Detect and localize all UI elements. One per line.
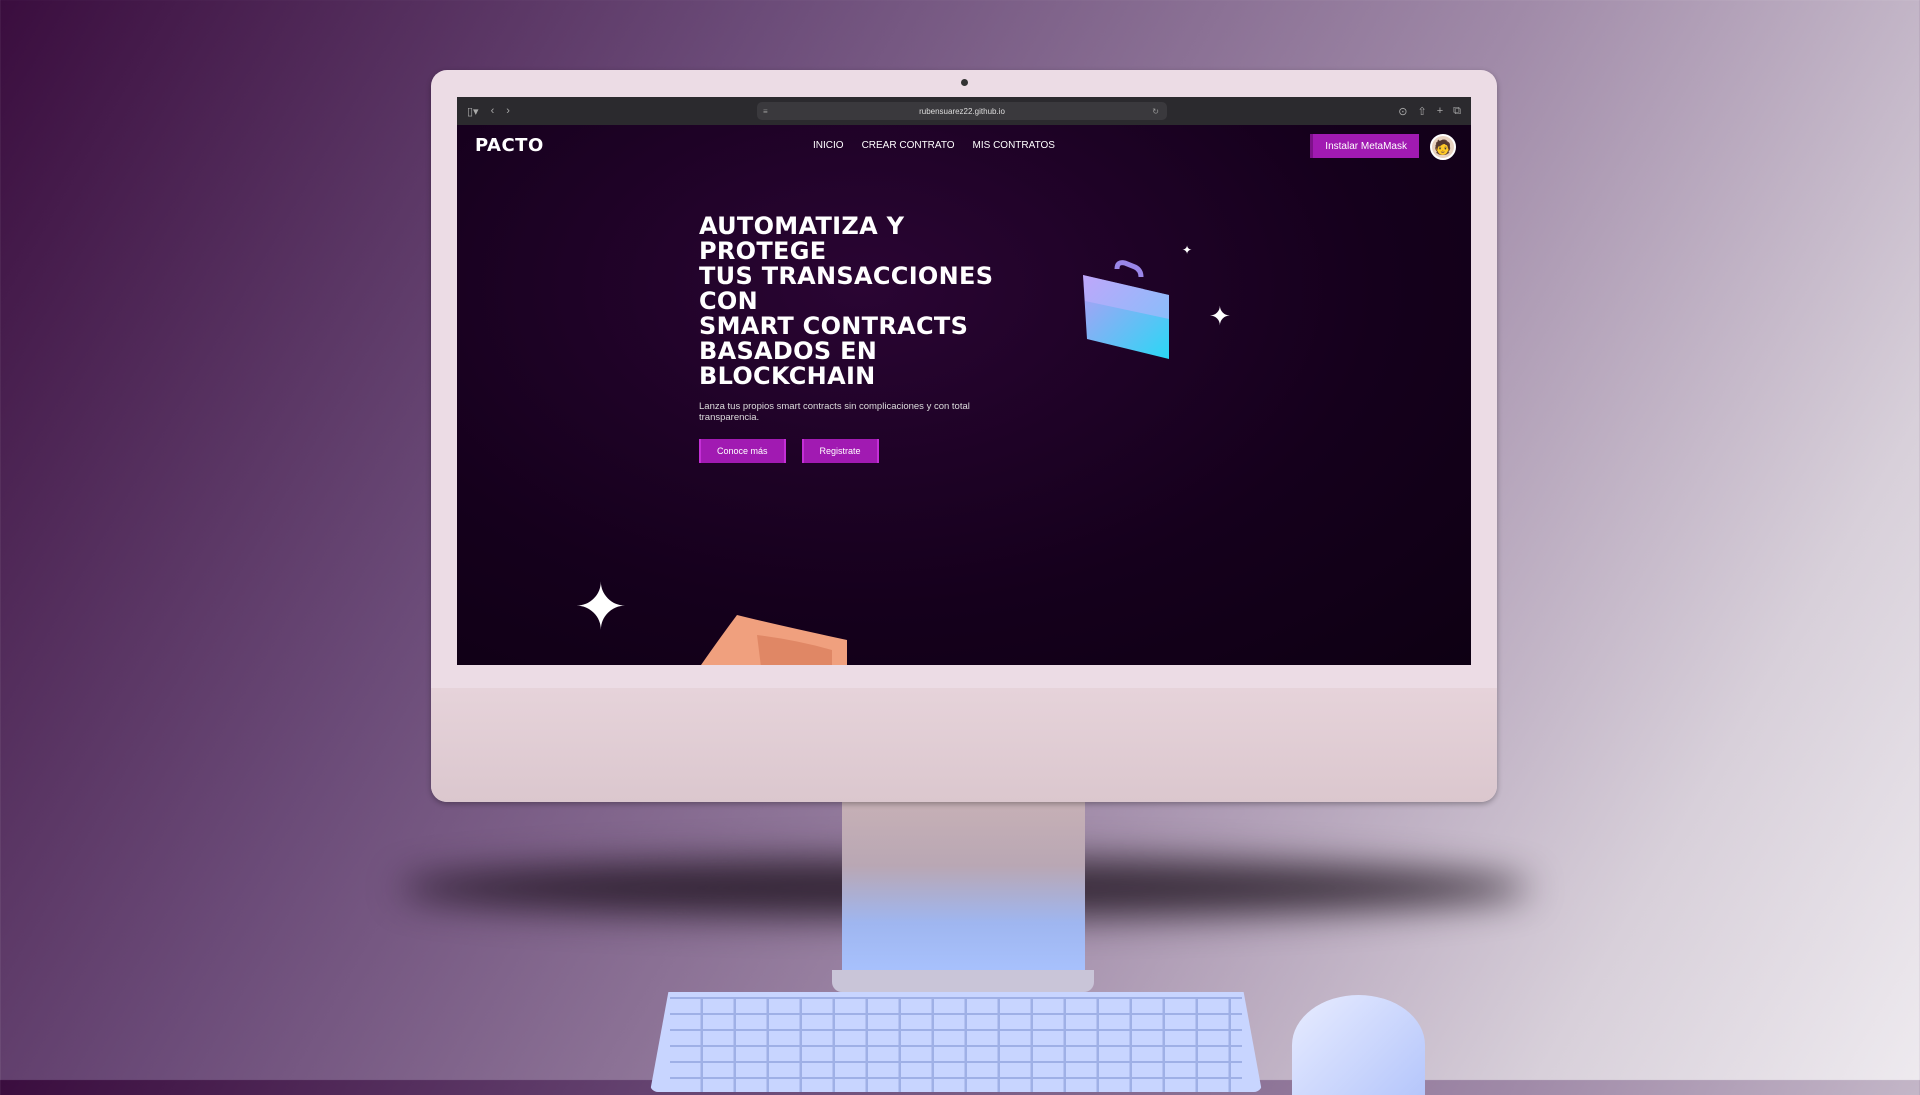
hero-section: AUTOMATIZA Y PROTEGE TUS TRANSACCIONES C… xyxy=(699,214,1019,463)
address-bar[interactable]: ≡ rubensuarez22.github.io ↻ xyxy=(757,102,1167,120)
reload-icon[interactable]: ↻ xyxy=(1152,107,1159,116)
website: PACTO INICIO CREAR CONTRATO MIS CONTRATO… xyxy=(457,125,1471,665)
sidebar-icon[interactable]: ▯▾ xyxy=(467,105,479,118)
hero-title: AUTOMATIZA Y PROTEGE TUS TRANSACCIONES C… xyxy=(699,212,994,390)
new-tab-icon[interactable]: + xyxy=(1437,105,1443,118)
sparkle-icon: ✦ xyxy=(1209,301,1231,331)
monitor-stand-base xyxy=(832,970,1094,992)
nav-crear-contrato[interactable]: CREAR CONTRATO xyxy=(862,140,955,151)
screen: ▯▾ ‹ › ≡ rubensuarez22.github.io ↻ ⊙ ⇧ +… xyxy=(457,97,1471,665)
nav-mis-contratos[interactable]: MIS CONTRATOS xyxy=(973,140,1055,151)
sparkle-icon: ✦ xyxy=(1182,243,1193,257)
camera xyxy=(961,79,968,86)
magic-mouse xyxy=(1292,995,1425,1095)
registrate-button[interactable]: Registrate xyxy=(801,439,879,463)
imac-monitor: ▯▾ ‹ › ≡ rubensuarez22.github.io ↻ ⊙ ⇧ +… xyxy=(431,70,1497,802)
site-logo[interactable]: PACTO xyxy=(475,135,544,156)
nav-inicio[interactable]: INICIO xyxy=(813,140,844,151)
keyboard xyxy=(650,992,1262,1092)
url-text: rubensuarez22.github.io xyxy=(919,106,1005,116)
share-icon[interactable]: ⇧ xyxy=(1417,105,1426,118)
download-icon[interactable]: ⊙ xyxy=(1398,105,1407,118)
monitor-stand xyxy=(842,790,1085,980)
browser-toolbar: ▯▾ ‹ › ≡ rubensuarez22.github.io ↻ ⊙ ⇧ +… xyxy=(457,97,1471,125)
forward-icon[interactable]: › xyxy=(506,105,510,118)
monitor-chin xyxy=(431,688,1497,802)
briefcase-icon xyxy=(1083,260,1169,359)
shield-icon xyxy=(701,615,847,665)
site-navbar: PACTO INICIO CREAR CONTRATO MIS CONTRATO… xyxy=(457,125,1471,167)
hero-subtitle: Lanza tus propios smart contracts sin co… xyxy=(699,401,970,423)
page-settings-icon[interactable]: ≡ xyxy=(763,107,768,116)
conoce-mas-button[interactable]: Conoce más xyxy=(699,439,786,463)
user-avatar[interactable]: 🧑 xyxy=(1430,134,1456,160)
sparkle-icon: ✦ xyxy=(574,571,628,643)
back-icon[interactable]: ‹ xyxy=(491,105,495,118)
tabs-overview-icon[interactable]: ⧉ xyxy=(1453,105,1461,118)
install-metamask-button[interactable]: Instalar MetaMask xyxy=(1310,134,1419,158)
